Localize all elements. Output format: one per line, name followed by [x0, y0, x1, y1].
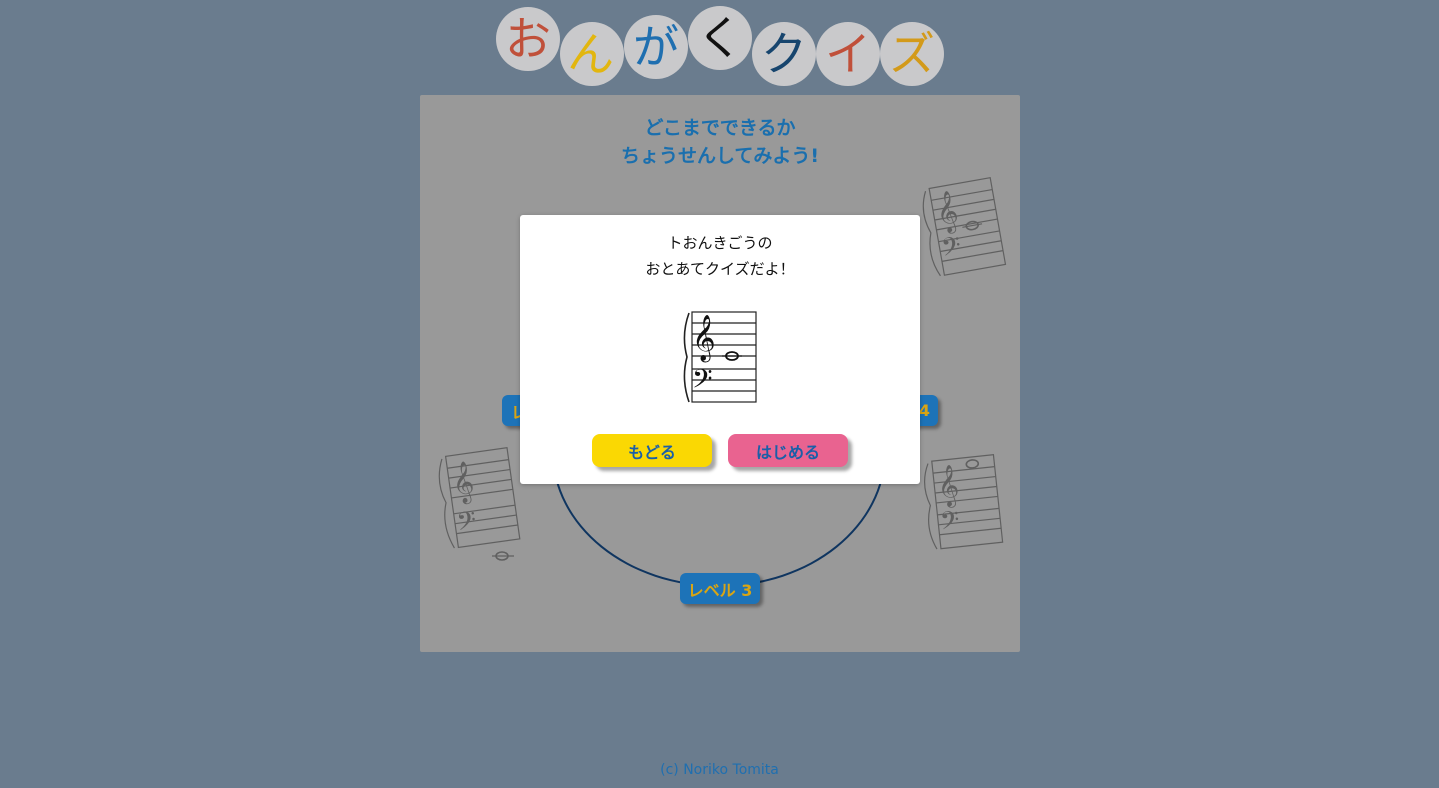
svg-text:𝄢: 𝄢: [939, 231, 964, 269]
title-char-7: ズ: [880, 22, 944, 86]
title-char-3: が: [624, 15, 688, 79]
title-char-5: ク: [752, 22, 816, 86]
svg-text:𝄞: 𝄞: [692, 315, 716, 363]
dialog-text-line-1: トおんきごうの: [667, 234, 773, 252]
title-char-4: く: [688, 6, 752, 70]
staff-decoration-left: 𝄞 𝄢: [438, 447, 521, 561]
quiz-intro-dialog: トおんきごうの おとあてクイズだよ！ 𝄞 𝄢 もどる はじめる: [520, 215, 920, 484]
grand-staff-icon: 𝄞 𝄢: [683, 311, 757, 403]
back-button[interactable]: もどる: [592, 434, 712, 467]
svg-text:𝄞: 𝄞: [450, 460, 477, 506]
svg-text:𝄞: 𝄞: [935, 464, 961, 509]
svg-text:𝄢: 𝄢: [455, 506, 479, 543]
staff-decoration-top-right: 𝄞 𝄢: [922, 177, 1007, 277]
staff-decoration-right: 𝄞 𝄢: [924, 454, 1004, 550]
title-char-6: イ: [816, 22, 880, 86]
title-char-2: ん: [560, 22, 624, 86]
level-3-button[interactable]: レベル 3: [680, 573, 760, 604]
title-char-1: お: [496, 7, 560, 71]
board-heading-line-1: どこまでできるか: [644, 117, 796, 139]
dialog-text-line-2: おとあてクイズだよ！: [645, 260, 795, 278]
start-button[interactable]: はじめる: [728, 434, 848, 467]
copyright-footer: (c) Noriko Tomita: [660, 762, 779, 778]
svg-text:𝄢: 𝄢: [939, 506, 962, 543]
svg-text:𝄢: 𝄢: [692, 363, 713, 401]
